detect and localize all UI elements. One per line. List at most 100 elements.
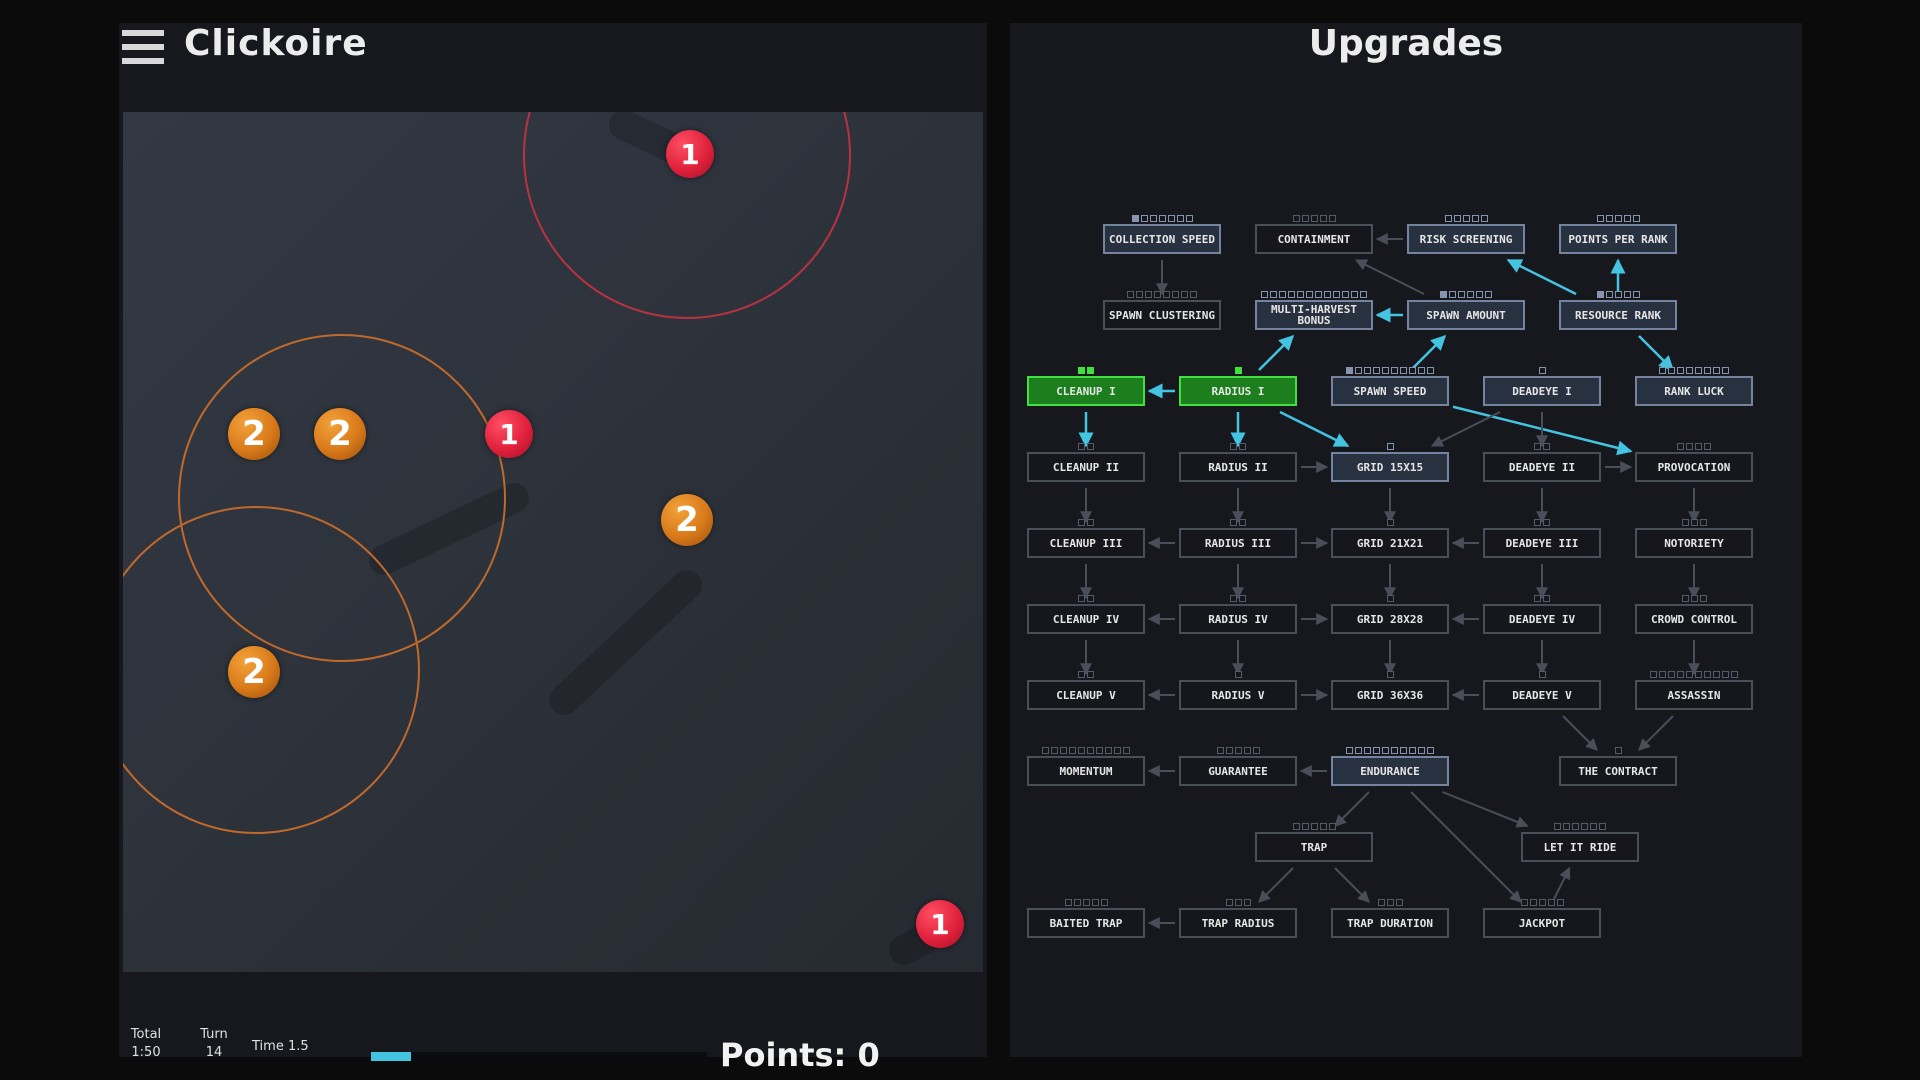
- upgrade-level-pips: [1637, 443, 1751, 450]
- upgrade-node-radius-3[interactable]: RADIUS III: [1179, 519, 1297, 558]
- level-pip: [1614, 215, 1622, 222]
- level-pip: [1123, 747, 1130, 754]
- upgrade-node-spawn-clustering[interactable]: SPAWN CLUSTERING: [1103, 291, 1221, 330]
- upgrade-node-cleanup-2[interactable]: CLEANUP II: [1027, 443, 1145, 482]
- level-pip: [1623, 291, 1631, 298]
- level-pip: [1288, 291, 1295, 298]
- upgrade-level-pips: [1105, 291, 1219, 298]
- upgrade-link: [1279, 410, 1350, 448]
- level-pip: [1239, 443, 1246, 450]
- level-pip: [1181, 291, 1188, 298]
- upgrade-node-trap-duration[interactable]: TRAP DURATION: [1331, 899, 1449, 938]
- upgrade-node-grid-21x21[interactable]: GRID 21X21: [1331, 519, 1449, 558]
- upgrade-node-endurance[interactable]: ENDURANCE: [1331, 747, 1449, 786]
- level-pip: [1400, 747, 1407, 754]
- upgrade-label: RADIUS III: [1204, 536, 1272, 550]
- upgrade-node-radius-1[interactable]: RADIUS I: [1179, 367, 1297, 406]
- upgrade-node-spawn-speed[interactable]: SPAWN SPEED: [1331, 367, 1449, 406]
- level-pip: [1677, 443, 1684, 450]
- upgrade-node-deadeye-4[interactable]: DEADEYE IV: [1483, 595, 1601, 634]
- upgrade-node-cleanup-5[interactable]: CLEANUP V: [1027, 671, 1145, 710]
- upgrade-node-spawn-amount[interactable]: SPAWN AMOUNT: [1407, 291, 1525, 330]
- upgrade-label: ENDURANCE: [1360, 764, 1420, 778]
- upgrade-node-deadeye-1[interactable]: DEADEYE I: [1483, 367, 1601, 406]
- upgrade-node-the-contract[interactable]: THE CONTRACT: [1559, 747, 1677, 786]
- upgrade-node-deadeye-2[interactable]: DEADEYE II: [1483, 443, 1601, 482]
- upgrade-node-provocation[interactable]: PROVOCATION: [1635, 443, 1753, 482]
- upgrade-link: [1258, 334, 1295, 371]
- level-pip: [1704, 671, 1711, 678]
- upgrade-node-baited-trap[interactable]: BAITED TRAP: [1027, 899, 1145, 938]
- upgrade-level-pips: [1485, 367, 1599, 374]
- upgrade-node-collection-speed[interactable]: COLLECTION SPEED: [1103, 215, 1221, 254]
- upgrade-level-pips: [1333, 519, 1447, 526]
- upgrade-node-cleanup-4[interactable]: CLEANUP IV: [1027, 595, 1145, 634]
- upgrade-node-points-per-rank[interactable]: POINTS PER RANK: [1559, 215, 1677, 254]
- upgrade-node-let-it-ride[interactable]: LET IT RIDE: [1521, 823, 1639, 862]
- upgrade-node-trap[interactable]: TRAP: [1255, 823, 1373, 862]
- upgrade-node-momentum[interactable]: MOMENTUM: [1027, 747, 1145, 786]
- upgrade-node-assassin[interactable]: ASSASSIN: [1635, 671, 1753, 710]
- upgrade-node-grid-36x36[interactable]: GRID 36X36: [1331, 671, 1449, 710]
- upgrade-node-jackpot[interactable]: JACKPOT: [1483, 899, 1601, 938]
- level-pip: [1136, 291, 1143, 298]
- upgrade-node-deadeye-3[interactable]: DEADEYE III: [1483, 519, 1601, 558]
- upgrade-node-deadeye-5[interactable]: DEADEYE V: [1483, 671, 1601, 710]
- upgrade-label: DEADEYE I: [1512, 384, 1572, 398]
- level-pip: [1310, 215, 1318, 222]
- level-pip: [1310, 823, 1318, 830]
- level-pip: [1342, 291, 1349, 298]
- level-pip: [1270, 291, 1277, 298]
- level-pip: [1060, 747, 1067, 754]
- level-pip: [1713, 671, 1720, 678]
- level-pip: [1279, 291, 1286, 298]
- level-pip: [1230, 519, 1237, 526]
- upgrade-label: CROWD CONTROL: [1650, 612, 1738, 626]
- level-pip: [1453, 215, 1461, 222]
- upgrade-node-rank-luck[interactable]: RANK LUCK: [1635, 367, 1753, 406]
- upgrade-node-radius-5[interactable]: RADIUS V: [1179, 671, 1297, 710]
- upgrade-level-pips: [1561, 291, 1675, 298]
- level-pip: [1315, 291, 1322, 298]
- upgrade-label: RESOURCE RANK: [1574, 308, 1662, 322]
- upgrade-node-radius-2[interactable]: RADIUS II: [1179, 443, 1297, 482]
- upgrade-level-pips: [1181, 899, 1295, 906]
- upgrade-node-crowd-control[interactable]: CROWD CONTROL: [1635, 595, 1753, 634]
- upgrade-node-multi-harvest-bonus[interactable]: MULTI-HARVEST BONUS: [1255, 291, 1373, 330]
- level-pip: [1373, 367, 1380, 374]
- level-pip: [1386, 671, 1394, 678]
- upgrade-link: [1334, 791, 1370, 827]
- level-pip: [1087, 443, 1094, 450]
- upgrade-node-cleanup-1[interactable]: CLEANUP I: [1027, 367, 1145, 406]
- level-pip: [1596, 215, 1604, 222]
- level-pip: [1239, 595, 1246, 602]
- level-pip: [1391, 367, 1398, 374]
- level-pip: [1614, 291, 1622, 298]
- upgrade-link: [1354, 259, 1425, 295]
- upgrade-node-risk-screening[interactable]: RISK SCREENING: [1407, 215, 1525, 254]
- upgrade-node-grid-28x28[interactable]: GRID 28X28: [1331, 595, 1449, 634]
- upgrade-node-containment[interactable]: CONTAINMENT: [1255, 215, 1373, 254]
- upgrade-node-notoriety[interactable]: NOTORIETY: [1635, 519, 1753, 558]
- upgrade-node-radius-4[interactable]: RADIUS IV: [1179, 595, 1297, 634]
- upgrade-label: JACKPOT: [1518, 916, 1566, 930]
- level-pip: [1234, 367, 1242, 374]
- level-pip: [1659, 671, 1666, 678]
- level-pip: [1091, 899, 1099, 906]
- upgrade-label: GRID 28X28: [1356, 612, 1424, 626]
- level-pip: [1677, 367, 1684, 374]
- upgrade-level-pips: [1409, 291, 1523, 298]
- upgrade-node-cleanup-3[interactable]: CLEANUP III: [1027, 519, 1145, 558]
- upgrade-level-pips: [1333, 747, 1447, 754]
- upgrade-node-resource-rank[interactable]: RESOURCE RANK: [1559, 291, 1677, 330]
- upgrade-link: [1551, 866, 1571, 903]
- level-pip: [1382, 747, 1389, 754]
- upgrade-level-pips: [1029, 899, 1143, 906]
- upgrade-label: RANK LUCK: [1664, 384, 1724, 398]
- level-pip: [1386, 595, 1394, 602]
- level-pip: [1230, 595, 1237, 602]
- upgrade-node-grid-15x15[interactable]: GRID 15X15: [1331, 443, 1449, 482]
- upgrade-node-guarantee[interactable]: GUARANTEE: [1179, 747, 1297, 786]
- upgrade-label: CLEANUP III: [1049, 536, 1123, 550]
- upgrade-node-trap-radius[interactable]: TRAP RADIUS: [1179, 899, 1297, 938]
